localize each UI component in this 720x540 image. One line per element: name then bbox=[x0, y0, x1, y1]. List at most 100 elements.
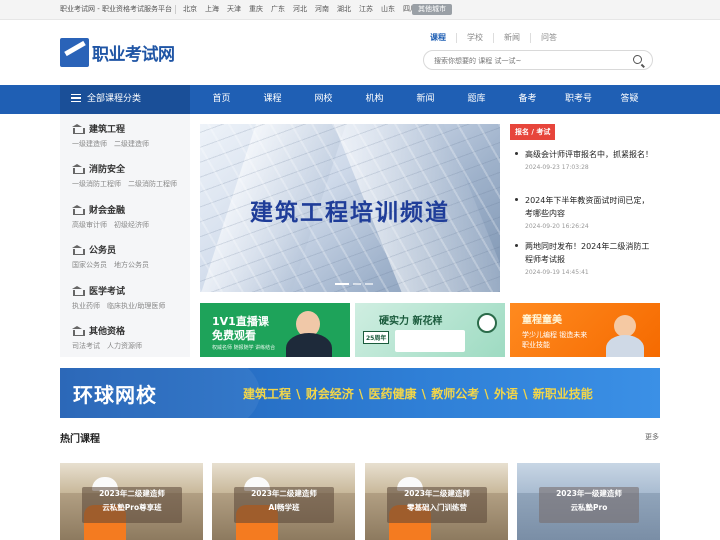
city-link[interactable]: 北京 bbox=[183, 4, 197, 14]
nav-item-org[interactable]: 机构 bbox=[349, 85, 400, 114]
category-label: 消防安全 bbox=[89, 165, 126, 175]
subcategory-link[interactable]: 地方公务员 bbox=[114, 260, 149, 270]
city-link[interactable]: 江苏 bbox=[359, 4, 373, 14]
nav-item-exam-account[interactable]: 职考号 bbox=[553, 85, 604, 114]
category-title[interactable]: 其他资格 bbox=[72, 324, 142, 337]
search-icon[interactable] bbox=[633, 55, 642, 64]
promo-coding-kids[interactable]: 童程童美 学少儿编程 锻造未来职业技能 bbox=[510, 303, 660, 357]
city-link[interactable]: 湖北 bbox=[337, 4, 351, 14]
nav-menu: 首页 课程 网校 机构 新闻 题库 备考 职考号 答疑 bbox=[196, 85, 655, 114]
category-title[interactable]: 消防安全 bbox=[72, 162, 177, 175]
nav-item-school[interactable]: 网校 bbox=[298, 85, 349, 114]
promo-live-course[interactable]: 1V1直播课 免费观看 权威名师 随报随学 讲练结合 bbox=[200, 303, 350, 357]
subcategory-link[interactable]: 一级消防工程师 bbox=[72, 179, 121, 189]
city-link[interactable]: 河南 bbox=[315, 4, 329, 14]
site-logo[interactable]: 职业考试网 bbox=[60, 36, 175, 68]
city-link[interactable]: 上海 bbox=[205, 4, 219, 14]
subcategory-link[interactable]: 高级审计师 bbox=[72, 220, 107, 230]
tab-qa[interactable]: 问答 bbox=[531, 33, 567, 43]
nav-item-course[interactable]: 课程 bbox=[247, 85, 298, 114]
carousel-dot[interactable] bbox=[353, 283, 361, 285]
wide-banner-categories: 建筑工程 \ 财会经济 \ 医药健康 \ 教师公考 \ 外语 \ 新职业技能 bbox=[243, 387, 593, 401]
subcategory-link[interactable]: 二级消防工程师 bbox=[128, 179, 177, 189]
tab-course[interactable]: 课程 bbox=[430, 33, 457, 43]
tab-school[interactable]: 学校 bbox=[457, 33, 494, 43]
nav-item-question-bank[interactable]: 题库 bbox=[451, 85, 502, 114]
news-title[interactable]: 两地同时发布！2024年二级消防工程师考试报 bbox=[525, 240, 655, 266]
bank-icon bbox=[72, 124, 85, 134]
wide-banner[interactable]: 环球网校 建筑工程 \ 财会经济 \ 医药健康 \ 教师公考 \ 外语 \ 新职… bbox=[60, 368, 660, 418]
course-title-line1: 2023年一级建造师 bbox=[556, 489, 622, 498]
subcategory-link[interactable]: 临床执业/助理医师 bbox=[107, 301, 165, 311]
logo-icon bbox=[60, 37, 89, 67]
subcategory-link[interactable]: 初级经济师 bbox=[114, 220, 149, 230]
all-categories-button[interactable]: 全部课程分类 bbox=[60, 85, 190, 114]
city-link[interactable]: 山东 bbox=[381, 4, 395, 14]
promo-subtext: 权威名师 随报随学 讲练结合 bbox=[212, 345, 276, 351]
course-card[interactable]: 2023年二级建造师 零基础入门训练营 bbox=[365, 463, 508, 540]
subcategory-link[interactable]: 执业药师 bbox=[72, 301, 100, 311]
bank-icon bbox=[72, 286, 85, 296]
category-group: 建筑工程 一级建造师 二级建造师 bbox=[72, 122, 149, 149]
hero-banner[interactable]: 建筑工程培训频道 bbox=[200, 124, 500, 292]
subcategory-link[interactable]: 司法考试 bbox=[72, 341, 100, 351]
news-time: 2024-09-23 17:03:28 bbox=[525, 164, 589, 171]
category-group: 公务员 国家公务员 地方公务员 bbox=[72, 243, 149, 270]
wide-banner-brand: 环球网校 bbox=[73, 383, 157, 407]
news-time: 2024-09-20 16:26:24 bbox=[525, 223, 589, 230]
subcategory-link[interactable]: 二级建造师 bbox=[114, 139, 149, 149]
more-link[interactable]: 更多 bbox=[645, 432, 659, 442]
news-item[interactable]: 两地同时发布！2024年二级消防工程师考试报 2024-09-19 14:45:… bbox=[515, 240, 655, 276]
news-title[interactable]: 2024年下半年教资面试时间已定，考哪些内容 bbox=[525, 194, 655, 220]
nav-item-qa[interactable]: 答疑 bbox=[604, 85, 655, 114]
top-bar: 职业考试网 - 职业资格考试服务平台 北京 上海 天津 重庆 广东 河北 河南 … bbox=[0, 0, 720, 20]
promo-graphic bbox=[395, 330, 465, 352]
course-title-line2: 零基础入门训练营 bbox=[407, 503, 467, 512]
course-title-line2: 云私塾Pro bbox=[570, 503, 608, 512]
category-label: 建筑工程 bbox=[89, 125, 126, 135]
course-card[interactable]: 2023年一级建造师 云私塾Pro bbox=[517, 463, 660, 540]
city-link[interactable]: 重庆 bbox=[249, 4, 263, 14]
bank-icon bbox=[72, 245, 85, 255]
section-title: 热门课程 bbox=[60, 434, 100, 445]
nav-item-news[interactable]: 新闻 bbox=[400, 85, 451, 114]
news-item[interactable]: 高级会计师评审报名中，抓紧报名！ 2024-09-23 17:03:28 bbox=[515, 148, 655, 171]
bullet-icon bbox=[515, 152, 518, 155]
nav-item-prepare[interactable]: 备考 bbox=[502, 85, 553, 114]
bullet-icon bbox=[515, 244, 518, 247]
more-cities-button[interactable]: 其他城市 bbox=[412, 4, 452, 15]
city-link[interactable]: 天津 bbox=[227, 4, 241, 14]
subcategory-link[interactable]: 人力资源师 bbox=[107, 341, 142, 351]
bank-icon bbox=[72, 326, 85, 336]
bank-icon bbox=[72, 205, 85, 215]
tab-news[interactable]: 新闻 bbox=[494, 33, 531, 43]
city-link[interactable]: 河北 bbox=[293, 4, 307, 14]
logo-text: 职业考试网 bbox=[92, 44, 175, 65]
news-panel: 报名 / 考试 高级会计师评审报名中，抓紧报名！ 2024-09-23 17:0… bbox=[510, 124, 660, 292]
site-slogan: 职业考试网 - 职业资格考试服务平台 bbox=[60, 5, 172, 13]
category-title[interactable]: 医学考试 bbox=[72, 284, 165, 297]
promo-headline: 免费观看 bbox=[212, 329, 256, 342]
subcategory-link[interactable]: 国家公务员 bbox=[72, 260, 107, 270]
category-title[interactable]: 财会金融 bbox=[72, 203, 149, 216]
category-group: 财会金融 高级审计师 初级经济师 bbox=[72, 203, 149, 230]
course-card[interactable]: 2023年二级建造师 云私塾Pro尊享班 bbox=[60, 463, 203, 540]
news-title[interactable]: 高级会计师评审报名中，抓紧报名！ bbox=[525, 148, 655, 161]
carousel-indicators bbox=[335, 283, 373, 285]
child-photo bbox=[614, 315, 636, 337]
search-input[interactable] bbox=[434, 54, 624, 67]
city-link[interactable]: 广东 bbox=[271, 4, 285, 14]
nav-item-home[interactable]: 首页 bbox=[196, 85, 247, 114]
category-title[interactable]: 建筑工程 bbox=[72, 122, 149, 135]
category-title[interactable]: 公务员 bbox=[72, 243, 149, 256]
course-title-line1: 2023年二级建造师 bbox=[404, 489, 470, 498]
news-item[interactable]: 2024年下半年教资面试时间已定，考哪些内容 2024-09-20 16:26:… bbox=[515, 194, 655, 230]
course-title-line1: 2023年二级建造师 bbox=[251, 489, 317, 498]
promo-anniversary[interactable]: 硬实力 新花样 25周年 bbox=[355, 303, 505, 357]
news-time: 2024-09-19 14:45:41 bbox=[525, 269, 589, 276]
course-card[interactable]: 2023年二级建造师 AI畅学班 bbox=[212, 463, 355, 540]
category-group: 医学考试 执业药师 临床执业/助理医师 bbox=[72, 284, 165, 311]
subcategory-link[interactable]: 一级建造师 bbox=[72, 139, 107, 149]
carousel-dot[interactable] bbox=[335, 283, 349, 285]
carousel-dot[interactable] bbox=[365, 283, 373, 285]
